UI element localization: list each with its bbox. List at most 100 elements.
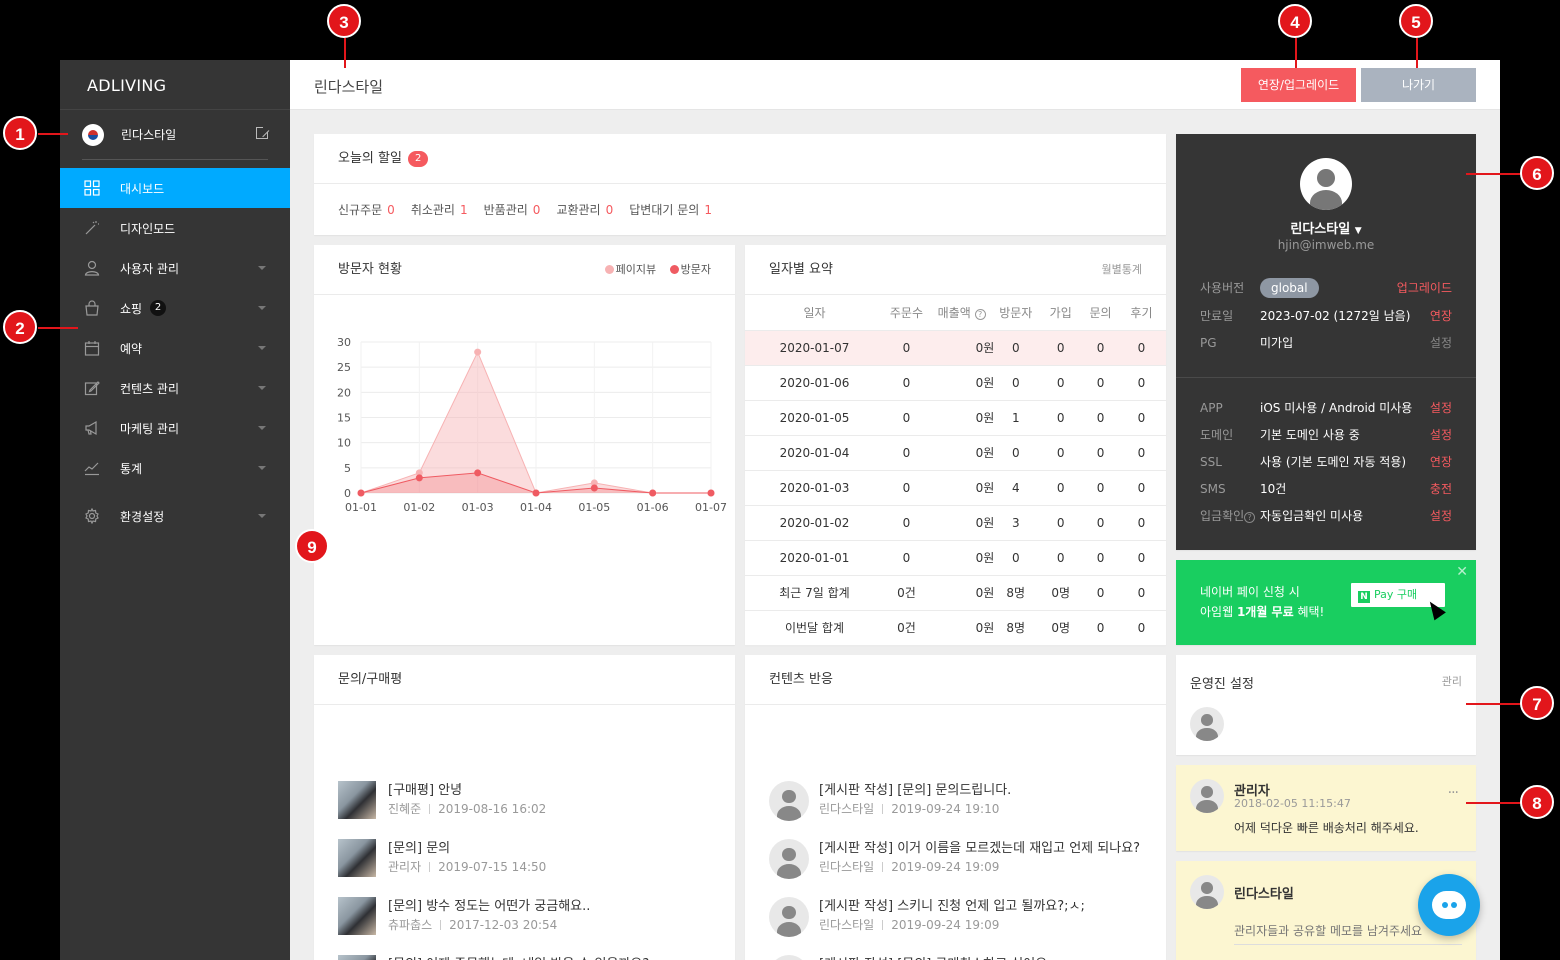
todo-item-new-orders[interactable]: 신규주문 0 (338, 201, 395, 218)
todo-item-returns[interactable]: 반품관리 0 (484, 201, 541, 218)
pg-settings-link[interactable]: 설정 (1430, 333, 1452, 353)
list-item[interactable]: [게시판 작성] 이거 이름을 모르겠는데 재입고 언제 되나요? 린다스타일 20… (745, 837, 1166, 887)
sidebar-item-statistics[interactable]: 통계 (60, 448, 290, 488)
external-link-icon[interactable] (256, 126, 269, 139)
profile-email: hjin@imweb.me (1277, 238, 1375, 252)
todo-item-cancellations[interactable]: 취소관리 1 (411, 201, 468, 218)
ssl-extend-link[interactable]: 연장 (1430, 452, 1452, 472)
upgrade-button[interactable]: 연장/업그레이드 (1241, 68, 1356, 102)
list-item[interactable]: [문의] 방수 정도는 어떤가 궁금해요.. 츄파춥스 2017-12-03 20:… (314, 895, 735, 945)
table-cell: 0원 (928, 365, 995, 401)
page-title: 린다스타일 (314, 78, 384, 96)
callout-line-3 (344, 38, 346, 68)
product-thumbnail (338, 955, 376, 960)
post-title[interactable]: [구매평] 안녕 (388, 779, 462, 798)
user-icon (83, 259, 101, 277)
staff-manage-link[interactable]: 관리 (1442, 673, 1462, 689)
upgrade-link[interactable]: 업그레이드 (1397, 278, 1452, 298)
sidebar-item-reservation[interactable]: 예약 (60, 328, 290, 368)
list-item[interactable]: [게시판 작성] [문의] 문의드립니다. 린다스타일 2019-09-24 19:… (745, 779, 1166, 829)
chevron-down-icon (258, 466, 266, 470)
post-title[interactable]: [게시판 작성] 이거 이름을 모르겠는데 재입고 언제 되나요? (819, 837, 1140, 856)
table-cell: 0 (1084, 540, 1117, 576)
table-cell: 0원 (928, 505, 995, 541)
legend-pv-label: 페이지뷰 (615, 263, 657, 276)
more-options-icon[interactable]: ··· (1448, 785, 1459, 801)
menu-divider (60, 488, 290, 496)
sidebar-item-label: 사용자 관리 (120, 261, 180, 276)
list-item[interactable]: [게시판 작성] 스키니 진청 언제 입고 될까요?;ㅅ; 린다스타일 2019-0… (745, 895, 1166, 945)
exit-button[interactable]: 나가기 (1361, 68, 1476, 102)
todo-item-exchanges[interactable]: 교환관리 0 (556, 201, 613, 218)
list-item[interactable]: [문의] 문의 관리자 2019-07-15 14:50 (314, 837, 735, 887)
table-cell: 최근 7일 합계 (745, 575, 884, 611)
sidebar-item-label: 예약 (120, 341, 143, 356)
visitors-card: 방문자 현황 페이지뷰 방문자 0 5 10 15 20 25 30 01-01 01-02 01… (314, 245, 735, 645)
sidebar-item-users[interactable]: 사용자 관리 (60, 248, 290, 288)
chat-button[interactable] (1418, 874, 1480, 936)
list-item[interactable]: [게시판 작성] [문의] 구매취소하고 싶어요린다스타일2019-09-24 … (745, 953, 1166, 960)
sidebar-menu: 대시보드 디자인모드 사용자 관리 쇼핑 2 예약 컨텐츠 관리 마케팅 관리 … (60, 168, 290, 536)
sidebar-item-contents[interactable]: 컨텐츠 관리 (60, 368, 290, 408)
callout-3: 3 (327, 4, 361, 38)
post-title[interactable]: [문의] 문의 (388, 837, 450, 856)
todo-item-pending-inquiries[interactable]: 답변대기 문의 1 (629, 201, 712, 218)
staff-avatar[interactable] (1190, 707, 1224, 741)
callout-line-8 (1466, 802, 1522, 804)
table-cell: 0 (1116, 505, 1166, 541)
post-title[interactable]: [게시판 작성] [문의] 문의드립니다. (819, 779, 1011, 798)
callout-line-5 (1416, 38, 1418, 68)
meta-divider (429, 804, 431, 814)
list-item[interactable]: [문의] 어제 주문했는데, 내일 받을 수 있을까요?사이다2017-12-0… (314, 953, 735, 960)
sidebar-item-settings[interactable]: 환경설정 (60, 496, 290, 536)
daily-summary-body: 2020-01-07 0 0원 0 0 0 0 2020-01-06 0 0원 0 0 0 0 2020-0… (745, 330, 1166, 646)
sidebar-item-shopping[interactable]: 쇼핑 2 (60, 288, 290, 328)
deposit-settings-link[interactable]: 설정 (1430, 506, 1452, 526)
table-row: 이번달 합계 0건 0원 8명 0명 0 0 (745, 610, 1166, 646)
help-icon[interactable]: ? (1244, 512, 1256, 523)
table-cell: 0 (1116, 330, 1166, 366)
post-date: 2017-12-03 20:54 (449, 918, 558, 932)
naver-pay-banner[interactable]: 네이버 페이 신청 시 아임웹 1개월 무료 혜택! N Pay 구매 ✕ (1176, 560, 1476, 645)
post-author: 츄파춥스 (388, 918, 433, 932)
sms-charge-link[interactable]: 충전 (1430, 479, 1452, 499)
y-tick-label: 25 (337, 361, 351, 374)
table-cell: 0 (994, 540, 1038, 576)
sidebar-item-design-mode[interactable]: 디자인모드 (60, 208, 290, 248)
extend-link[interactable]: 연장 (1430, 306, 1452, 326)
logo[interactable]: ADLIVING (60, 60, 290, 110)
sidebar-item-label: 디자인모드 (120, 221, 176, 236)
post-title[interactable]: [게시판 작성] [문의] 구매취소하고 싶어요 (819, 953, 1047, 960)
profile-divider (1176, 377, 1476, 378)
y-tick-label: 20 (337, 386, 351, 399)
list-item[interactable]: [구매평] 안녕 진혜준 2019-08-16 16:02 (314, 779, 735, 829)
post-date: 2019-09-24 19:10 (891, 802, 1000, 816)
product-thumbnail (338, 897, 376, 935)
monthly-stats-link[interactable]: 월별통계 (1102, 245, 1142, 295)
site-selector[interactable]: 린다스타일 (82, 110, 269, 160)
help-icon[interactable]: ? (974, 308, 986, 320)
post-title[interactable]: [문의] 어제 주문했는데, 내일 받을 수 있을까요? (388, 953, 649, 960)
table-cell: 0 (1116, 470, 1166, 506)
close-icon[interactable]: ✕ (1456, 564, 1468, 580)
profile-name[interactable]: 린다스타일 ▼ (1176, 218, 1476, 237)
calendar-icon (83, 339, 101, 357)
post-title[interactable]: [문의] 방수 정도는 어떤가 궁금해요.. (388, 895, 590, 914)
table-cell: 0원 (928, 610, 995, 646)
chat-bubble-icon (1432, 891, 1466, 919)
post-title[interactable]: [게시판 작성] 스키니 진청 언제 입고 될까요?;ㅅ; (819, 895, 1085, 914)
x-tick-label: 01-01 (345, 501, 377, 514)
domain-settings-link[interactable]: 설정 (1430, 425, 1452, 445)
x-tick-label: 01-07 (695, 501, 727, 514)
meta-divider (440, 920, 442, 930)
sidebar-item-marketing[interactable]: 마케팅 관리 (60, 408, 290, 448)
sidebar-item-dashboard[interactable]: 대시보드 (60, 168, 290, 208)
profile-row-app: APP iOS 미사용 / Android 미사용 설정 (1200, 398, 1452, 418)
app-settings-link[interactable]: 설정 (1430, 398, 1452, 418)
sidebar-item-label: 통계 (120, 461, 143, 476)
naver-pay-text: 네이버 페이 신청 시 아임웹 1개월 무료 혜택! (1200, 585, 1325, 619)
table-row: 2020-01-03 0 0원 4 0 0 0 (745, 470, 1166, 506)
table-cell: 0 (1084, 400, 1117, 436)
table-cell: 0 (1037, 540, 1085, 576)
inquiries-title: 문의/구매평 (338, 672, 403, 687)
